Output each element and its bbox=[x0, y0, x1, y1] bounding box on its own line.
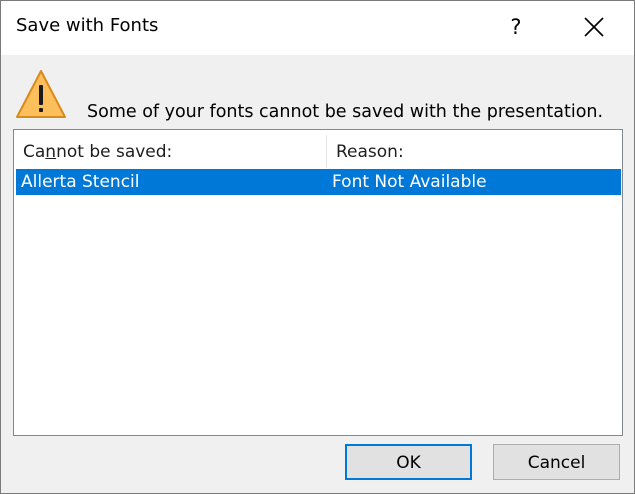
column-label-part: Ca bbox=[23, 142, 46, 162]
help-icon: ? bbox=[510, 15, 522, 39]
column-header-cannot-be-saved[interactable]: Cannot be saved: bbox=[23, 130, 172, 168]
warning-icon bbox=[16, 70, 66, 118]
column-header-reason[interactable]: Reason: bbox=[336, 130, 404, 168]
column-label-part: not be saved: bbox=[56, 142, 173, 162]
list-row[interactable]: Allerta Stencil Font Not Available bbox=[16, 169, 621, 195]
ok-button[interactable]: OK bbox=[345, 444, 472, 480]
title-bar: Save with Fonts ? bbox=[1, 1, 634, 55]
accelerator-key: n bbox=[45, 142, 57, 162]
close-button[interactable] bbox=[573, 9, 615, 45]
save-with-fonts-dialog: Save with Fonts ? Some of your fonts can… bbox=[0, 0, 635, 494]
cancel-button[interactable]: Cancel bbox=[493, 444, 620, 480]
reason-cell: Font Not Available bbox=[332, 172, 487, 192]
dialog-title: Save with Fonts bbox=[16, 15, 159, 36]
list-header: Cannot be saved: Reason: bbox=[14, 130, 622, 168]
close-icon bbox=[584, 17, 604, 37]
font-name-cell: Allerta Stencil bbox=[21, 172, 140, 192]
warning-message: Some of your fonts cannot be saved with … bbox=[87, 102, 604, 122]
fonts-list[interactable]: Cannot be saved: Reason: Allerta Stencil… bbox=[13, 129, 623, 436]
column-separator[interactable] bbox=[326, 135, 327, 168]
help-button[interactable]: ? bbox=[496, 7, 536, 47]
